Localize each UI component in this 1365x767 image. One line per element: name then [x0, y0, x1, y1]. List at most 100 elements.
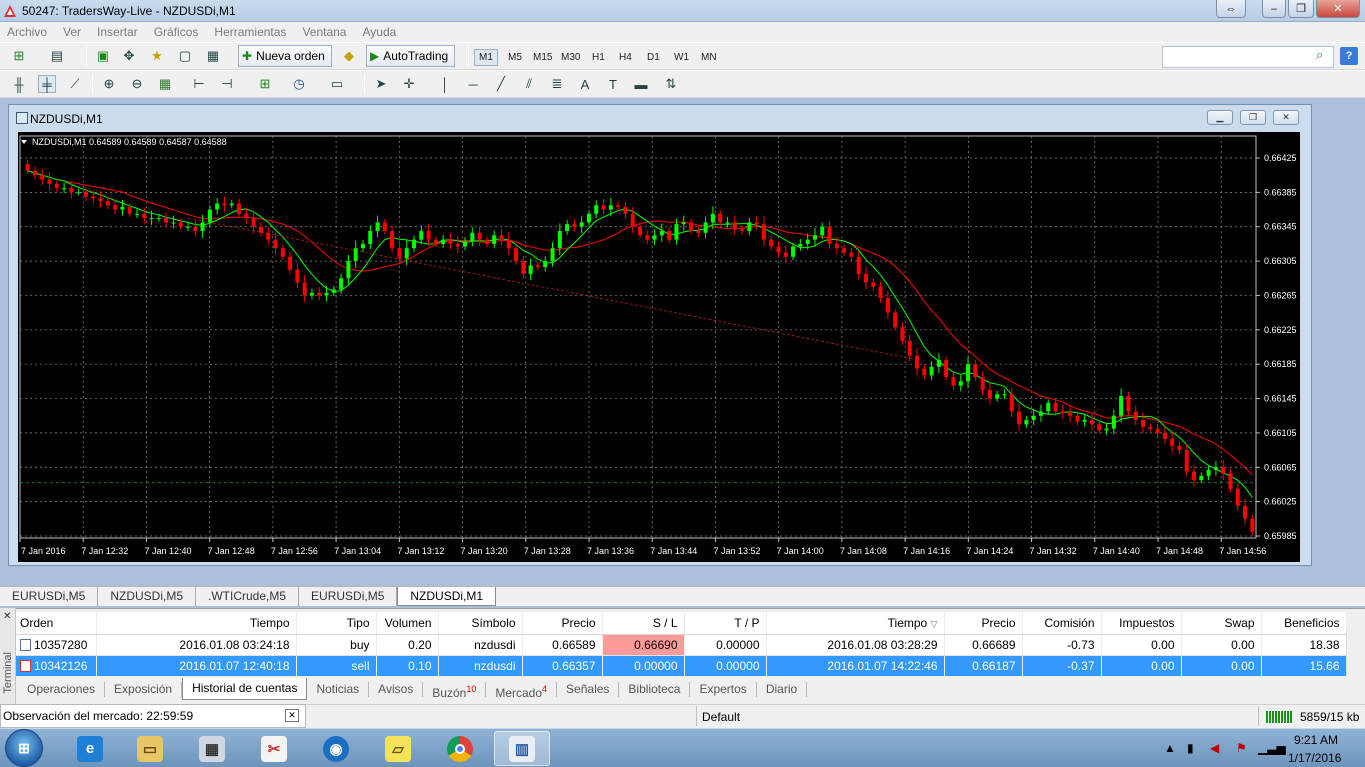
timeframe-h4[interactable]: H4: [619, 52, 632, 63]
autotrading-button[interactable]: ▶ AutoTrading: [366, 45, 456, 67]
tab-buzon[interactable]: Buzón10: [423, 681, 487, 700]
timeframe-h1[interactable]: H1: [592, 52, 605, 63]
timeframe-m1[interactable]: M1: [474, 49, 498, 66]
taskbar-ie[interactable]: e: [62, 731, 118, 766]
timeframe-mn[interactable]: MN: [701, 52, 717, 63]
tab-operaciones[interactable]: Operaciones: [18, 681, 106, 697]
candlestick-icon[interactable]: ╪: [38, 75, 56, 93]
help-icon[interactable]: ?: [1340, 47, 1358, 65]
templates-icon[interactable]: ▭: [328, 75, 346, 93]
data-window-icon[interactable]: ✥: [120, 47, 138, 65]
volume-muted-icon[interactable]: ◀: [1210, 741, 1219, 755]
strategy-tester-icon[interactable]: ▦: [204, 47, 222, 65]
arrows-icon[interactable]: ⇅: [662, 75, 680, 93]
chart-minimize-icon[interactable]: ▁: [1207, 110, 1233, 125]
tab-noticias[interactable]: Noticias: [307, 681, 370, 697]
column-header[interactable]: Tipo: [296, 612, 377, 635]
taskbar-explorer[interactable]: ▭: [122, 731, 178, 766]
restore-window-icon[interactable]: ⇔: [1216, 0, 1246, 18]
indicators-icon[interactable]: ⊞: [256, 75, 274, 93]
column-header[interactable]: Swap: [1181, 612, 1262, 635]
text-icon[interactable]: A: [576, 75, 594, 93]
timeframe-w1[interactable]: W1: [674, 52, 689, 63]
column-header[interactable]: Símbolo: [438, 612, 523, 635]
start-button[interactable]: ⊞: [5, 729, 43, 767]
timeframe-m5[interactable]: M5: [508, 52, 522, 63]
column-header[interactable]: S / L: [602, 612, 685, 635]
tab-senales[interactable]: Señales: [557, 681, 620, 697]
market-watch-icon[interactable]: ▣: [94, 47, 112, 65]
timeframe-m30[interactable]: M30: [561, 52, 580, 63]
taskbar-snipping[interactable]: ✂: [246, 731, 302, 766]
column-header[interactable]: Tiempo ▽: [766, 612, 945, 635]
taskbar-app[interactable]: ◉: [308, 731, 364, 766]
timeframe-d1[interactable]: D1: [647, 52, 660, 63]
auto-scroll-icon[interactable]: ⊢: [190, 75, 208, 93]
menu-ventana[interactable]: Ventana: [302, 25, 346, 39]
chart-tab[interactable]: EURUSDi,M5: [0, 587, 99, 606]
column-header[interactable]: T / P: [684, 612, 767, 635]
chart-tab[interactable]: NZDUSDi,M5: [98, 587, 197, 606]
new-order-button[interactable]: ✚ Nueva orden: [238, 45, 332, 67]
chart-shift-icon[interactable]: ⊣: [218, 75, 236, 93]
maximize-icon[interactable]: ❐: [1288, 0, 1314, 18]
horizontal-line-icon[interactable]: ─: [464, 75, 482, 93]
column-header[interactable]: Comisión: [1022, 612, 1102, 635]
chart-close-icon[interactable]: ✕: [1273, 110, 1299, 125]
menu-archivo[interactable]: Archivo: [7, 25, 47, 39]
fibonacci-icon[interactable]: ≣: [548, 75, 566, 93]
taskbar-metatrader[interactable]: ▥: [494, 731, 550, 766]
column-header[interactable]: Precio: [522, 612, 603, 635]
tab-diario[interactable]: Diario: [757, 681, 808, 697]
table-row[interactable]: 10357280 2016.01.08 03:24:18 buy 0.20 nz…: [16, 634, 1347, 656]
bar-chart-icon[interactable]: ╫: [10, 75, 28, 93]
menu-ver[interactable]: Ver: [63, 25, 81, 39]
tile-windows-icon[interactable]: ▦: [156, 75, 174, 93]
vertical-line-icon[interactable]: │: [436, 75, 454, 93]
table-row-selected[interactable]: 10342126 2016.01.07 12:40:18 sell 0.10 n…: [16, 655, 1347, 676]
terminal-scrollbar[interactable]: [1346, 630, 1362, 676]
terminal-icon[interactable]: ▢: [176, 47, 194, 65]
battery-icon[interactable]: ▮: [1187, 741, 1194, 755]
periods-icon[interactable]: ◷: [290, 75, 308, 93]
minimize-icon[interactable]: –: [1262, 0, 1286, 18]
zoom-out-icon[interactable]: ⊖: [128, 75, 146, 93]
taskbar-notes[interactable]: ▱: [370, 731, 426, 766]
network-icon[interactable]: ▁▃▅: [1258, 741, 1286, 755]
menu-insertar[interactable]: Insertar: [97, 25, 138, 39]
show-hidden-icons[interactable]: ▲: [1164, 741, 1176, 755]
chart-maximize-icon[interactable]: ❐: [1240, 110, 1266, 125]
menu-herramientas[interactable]: Herramientas: [214, 25, 286, 39]
column-header[interactable]: Volumen: [376, 612, 439, 635]
tab-exposicion[interactable]: Exposición: [105, 681, 183, 697]
price-chart[interactable]: 0.66425 0.66385 0.66345 0.66305 0.66265 0.662…: [18, 132, 1300, 562]
column-header[interactable]: Precio: [944, 612, 1023, 635]
tab-avisos[interactable]: Avisos: [369, 681, 424, 697]
trendline-icon[interactable]: ╱: [492, 75, 510, 93]
close-window-button[interactable]: ✕: [1316, 0, 1360, 18]
tab-expertos[interactable]: Expertos: [690, 681, 757, 697]
tab-mercado[interactable]: Mercado4: [486, 681, 558, 700]
column-header[interactable]: Impuestos: [1101, 612, 1182, 635]
profiles-icon[interactable]: ▤: [48, 47, 66, 65]
column-header[interactable]: Orden: [16, 612, 97, 635]
menu-graficos[interactable]: Gráficos: [154, 25, 199, 39]
tab-historial[interactable]: Historial de cuentas: [182, 678, 308, 700]
clock-time[interactable]: 9:21 AM: [1294, 733, 1338, 747]
tab-biblioteca[interactable]: Biblioteca: [619, 681, 691, 697]
rectangle-icon[interactable]: ▬: [632, 75, 650, 93]
clock-date[interactable]: 1/17/2016: [1288, 751, 1341, 765]
chart-tab[interactable]: EURUSDi,M5: [299, 587, 398, 606]
flag-icon[interactable]: ⚑: [1236, 741, 1247, 755]
chart-tab-active[interactable]: NZDUSDi,M1: [397, 587, 497, 606]
zoom-in-icon[interactable]: ⊕: [100, 75, 118, 93]
chart-canvas[interactable]: 0.66425 0.66385 0.66345 0.66305 0.66265 0.662…: [18, 132, 1300, 562]
market-watch-close-icon[interactable]: ✕: [285, 709, 299, 722]
line-chart-icon[interactable]: ⟋: [66, 75, 84, 93]
equidistant-channel-icon[interactable]: ⫽: [520, 75, 538, 93]
terminal-close-icon[interactable]: ✕: [3, 611, 11, 622]
chart-tab[interactable]: .WTICrude,M5: [196, 587, 300, 606]
column-header[interactable]: Tiempo: [96, 612, 297, 635]
column-header[interactable]: Beneficios: [1261, 612, 1347, 635]
taskbar-chrome[interactable]: [432, 731, 488, 766]
